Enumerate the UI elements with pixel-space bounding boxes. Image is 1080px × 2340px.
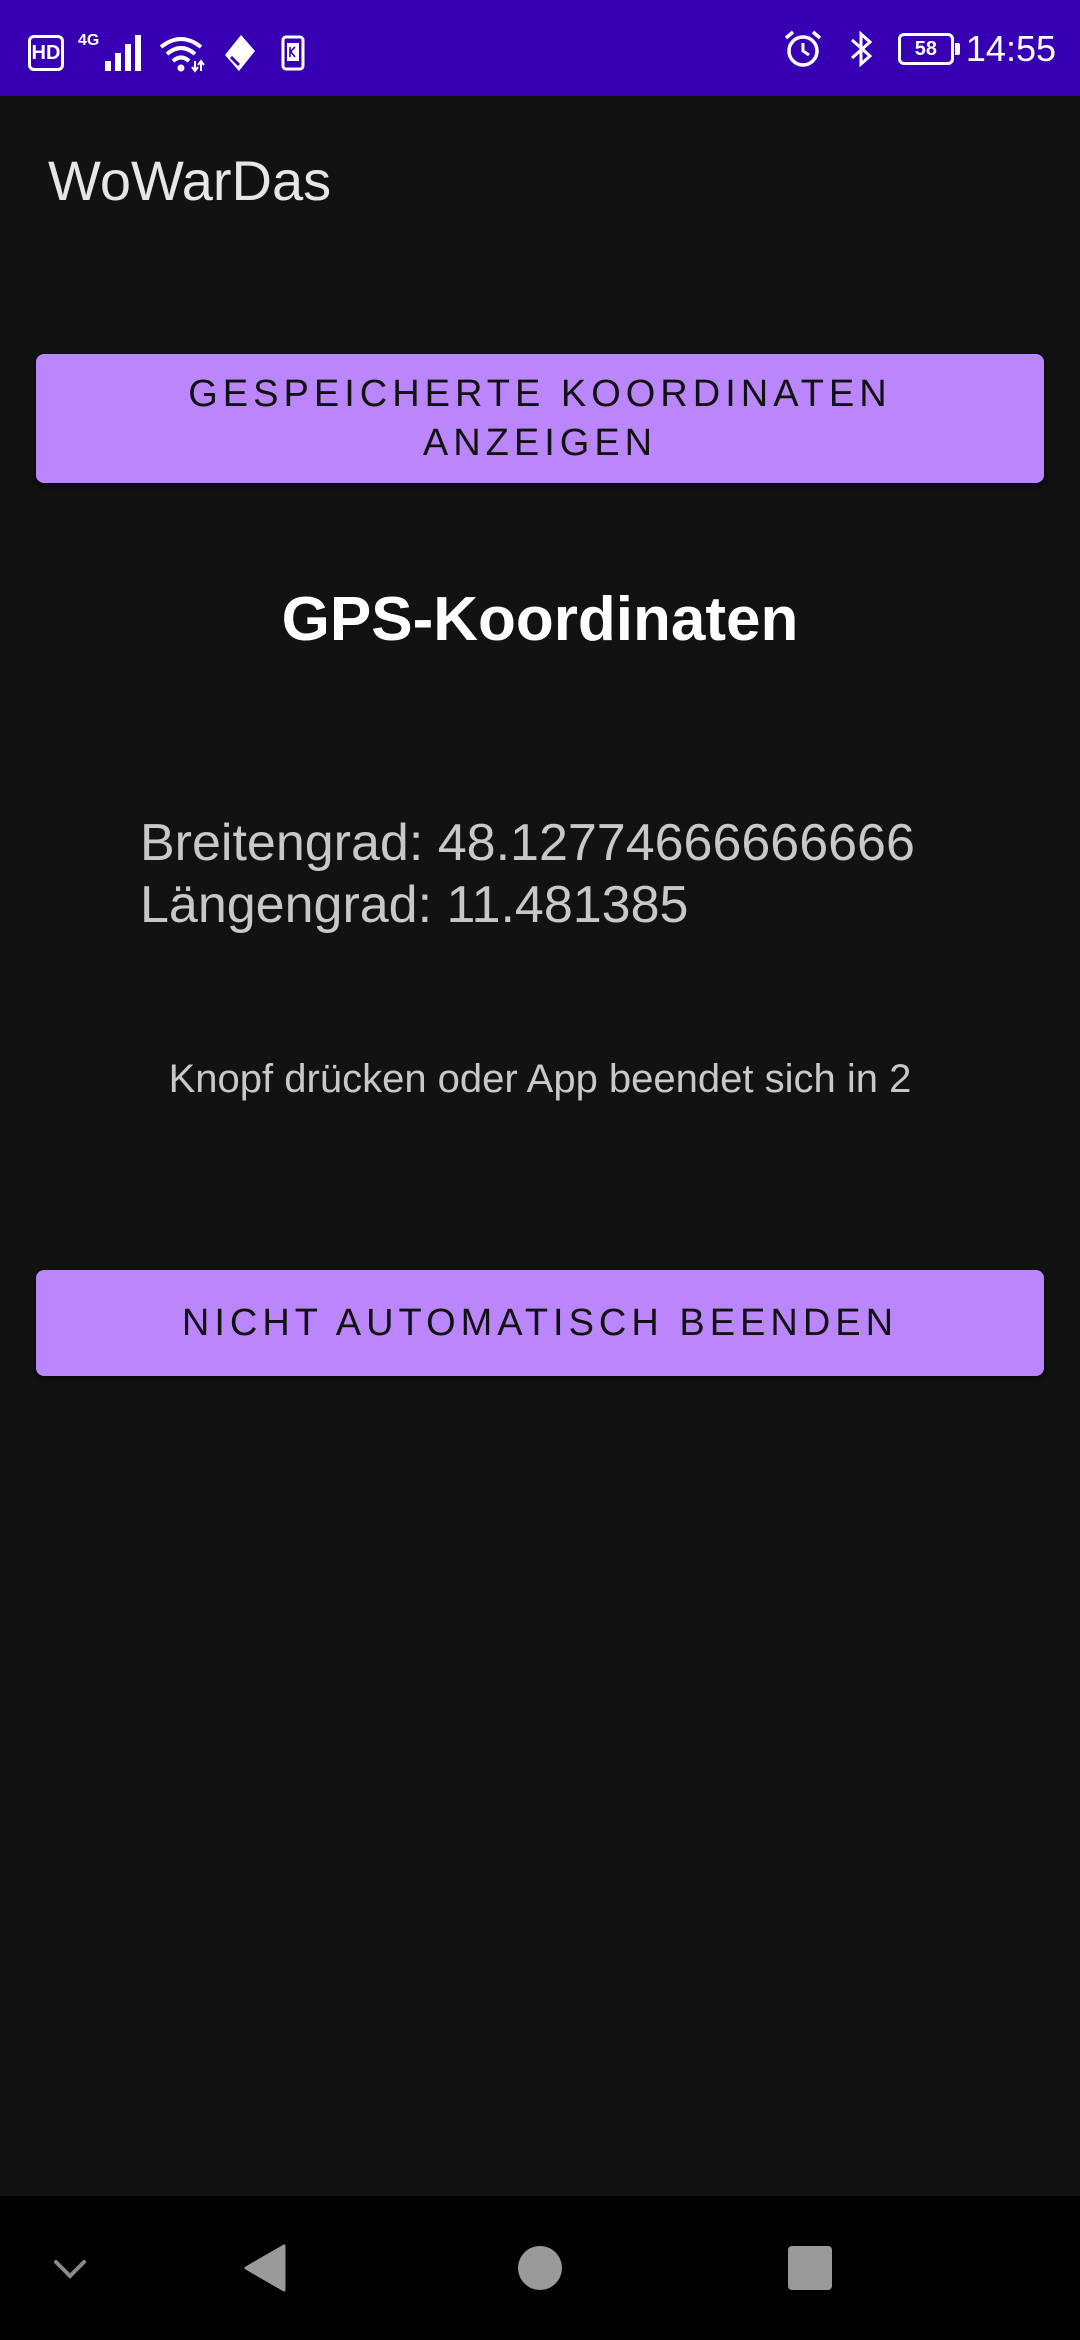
nav-back-button[interactable] [230,2232,302,2304]
status-right-icons: 58 14:55 [782,22,1056,76]
screen: HD 4G 58 14:55 WoWarDas GESPEICHERTE KOO… [0,0,1080,2340]
show-saved-coordinates-button[interactable]: GESPEICHERTE KOORDINATEN ANZEIGEN [36,354,1044,483]
data-saver-icon [225,35,256,71]
signal-icon [105,35,142,71]
coordinates-block: Breitengrad: 48.12774666666666 Längengra… [140,812,915,936]
app-title: WoWarDas [48,149,332,212]
gps-heading: GPS-Koordinaten [281,585,799,654]
nav-collapse-button[interactable] [34,2232,106,2304]
alarm-icon [784,30,822,67]
battery-icon: 58 [897,33,960,65]
home-icon [518,2246,562,2290]
no-auto-exit-label: NICHT AUTOMATISCH BEENDEN [181,1301,899,1344]
hd-icon: HD [28,35,64,71]
navigation-bar [0,2196,1080,2340]
show-saved-coordinates-label: GESPEICHERTE KOORDINATEN ANZEIGEN [188,372,892,464]
countdown-text: Knopf drücken oder App beendet sich in 2 [168,1057,912,1101]
status-left-icons: HD 4G [28,28,313,78]
bluetooth-icon [850,30,873,68]
recents-icon [788,2246,832,2290]
status-clock: 14:55 [965,28,1056,69]
no-auto-exit-button[interactable]: NICHT AUTOMATISCH BEENDEN [36,1270,1044,1376]
chevron-down-icon [54,2260,86,2279]
back-icon [244,2244,286,2292]
network-type-label: 4G [78,32,100,49]
latitude-text: Breitengrad: 48.12774666666666 [140,814,915,872]
sim-icon [281,35,305,71]
nav-recents-button[interactable] [774,2232,846,2304]
nav-home-button[interactable] [504,2232,576,2304]
longitude-text: Längengrad: 11.481385 [140,876,689,934]
wifi-icon [160,37,206,73]
status-bar: HD 4G 58 14:55 [0,0,1080,96]
